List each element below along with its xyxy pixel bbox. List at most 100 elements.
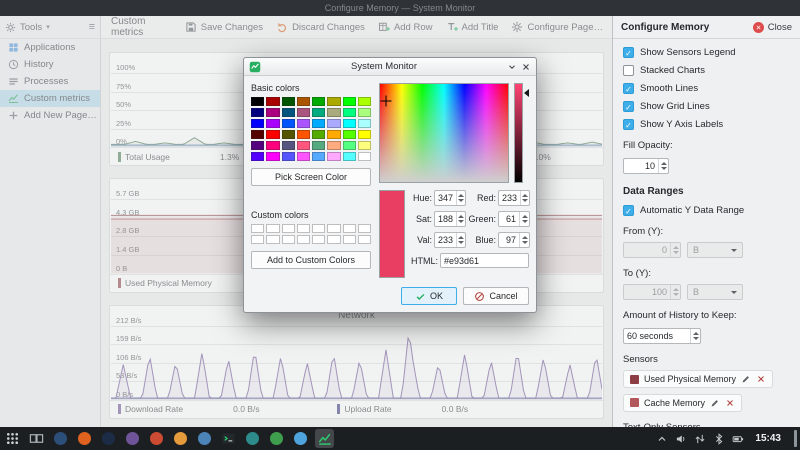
value-slider-handle[interactable]	[524, 89, 529, 97]
basic-color-swatch[interactable]	[327, 119, 341, 128]
basic-color-swatch[interactable]	[342, 152, 356, 161]
basic-color-swatch[interactable]	[357, 141, 371, 150]
sat-spinbox[interactable]: 188	[434, 211, 466, 227]
tray-network-button[interactable]	[694, 433, 706, 445]
pick-screen-color-button[interactable]: Pick Screen Color	[251, 168, 371, 186]
checkbox-show-sensors-legend[interactable]: ✓ Show Sensors Legend	[623, 47, 790, 58]
custom-color-slot[interactable]	[251, 235, 265, 244]
sensor-color-swatch[interactable]	[630, 398, 639, 407]
save-changes-button[interactable]: Save Changes	[180, 19, 268, 35]
basic-color-swatch[interactable]	[357, 97, 371, 106]
custom-color-slot[interactable]	[312, 224, 326, 233]
checkbox-box[interactable]: ✓	[623, 101, 634, 112]
basic-color-swatch[interactable]	[357, 130, 371, 139]
taskbar-dolphin[interactable]	[291, 429, 310, 448]
show-desktop-edge[interactable]	[794, 430, 797, 447]
checkbox-smooth-lines[interactable]: ✓ Smooth Lines	[623, 83, 790, 94]
basic-color-swatch[interactable]	[251, 141, 265, 150]
green-spinbox[interactable]: 61	[498, 211, 530, 227]
custom-color-slot[interactable]	[281, 224, 295, 233]
basic-color-swatch[interactable]	[312, 108, 326, 117]
history-spinbox[interactable]: 60 seconds	[623, 328, 701, 344]
taskbar-app-dark-blue[interactable]	[99, 429, 118, 448]
basic-color-swatch[interactable]	[266, 119, 280, 128]
taskbar-app-teal[interactable]	[243, 429, 262, 448]
sidebar-item-custom-metrics[interactable]: Custom metrics	[0, 90, 100, 107]
basic-color-swatch[interactable]	[281, 119, 295, 128]
edit-sensor-button[interactable]	[741, 374, 751, 384]
remove-sensor-button[interactable]	[725, 398, 735, 408]
basic-color-swatch[interactable]	[327, 141, 341, 150]
custom-color-slot[interactable]	[312, 235, 326, 244]
checkbox-show-y-axis-labels[interactable]: ✓ Show Y Axis Labels	[623, 119, 790, 130]
red-spinbox[interactable]: 233	[498, 190, 530, 206]
tray-bluetooth-button[interactable]	[713, 432, 725, 445]
custom-color-slot[interactable]	[357, 235, 371, 244]
taskbar-application-launcher[interactable]	[3, 429, 22, 448]
basic-color-swatch[interactable]	[281, 97, 295, 106]
basic-color-swatch[interactable]	[281, 130, 295, 139]
custom-color-slot[interactable]	[342, 235, 356, 244]
blue-spinbox[interactable]: 97	[498, 232, 530, 248]
basic-color-swatch[interactable]	[296, 130, 310, 139]
basic-color-swatch[interactable]	[357, 152, 371, 161]
basic-color-swatch[interactable]	[266, 97, 280, 106]
sidebar-item-applications[interactable]: Applications	[0, 39, 100, 56]
spin-arrows[interactable]	[690, 329, 700, 343]
sidebar-item-processes[interactable]: Processes	[0, 73, 100, 90]
basic-color-swatch[interactable]	[312, 119, 326, 128]
sensor-chip-used-physical-memory[interactable]: Used Physical Memory	[623, 370, 774, 388]
basic-color-swatch[interactable]	[357, 108, 371, 117]
taskbar-virtual-desktop-pager[interactable]	[27, 429, 46, 448]
custom-color-slot[interactable]	[281, 235, 295, 244]
configure-page-button[interactable]: Configure Page…	[506, 19, 608, 35]
basic-color-swatch[interactable]	[266, 152, 280, 161]
checkbox-box[interactable]: ✓	[623, 83, 634, 94]
value-slider[interactable]	[514, 83, 529, 183]
dialog-titlebar[interactable]: System Monitor	[244, 58, 536, 76]
basic-color-swatch[interactable]	[281, 152, 295, 161]
taskbar-app-blue[interactable]	[195, 429, 214, 448]
val-spinbox[interactable]: 233	[434, 232, 466, 248]
custom-color-slot[interactable]	[266, 235, 280, 244]
basic-color-swatch[interactable]	[296, 152, 310, 161]
edit-sensor-button[interactable]	[710, 398, 720, 408]
custom-color-slot[interactable]	[342, 224, 356, 233]
basic-color-swatch[interactable]	[342, 141, 356, 150]
checkbox-box[interactable]: ✓	[623, 119, 634, 130]
custom-color-slot[interactable]	[296, 235, 310, 244]
basic-color-swatch[interactable]	[251, 97, 265, 106]
basic-color-swatch[interactable]	[296, 97, 310, 106]
basic-color-swatch[interactable]	[342, 119, 356, 128]
custom-color-slot[interactable]	[251, 224, 265, 233]
add-title-button[interactable]: Add Title	[441, 19, 504, 35]
basic-color-swatch[interactable]	[342, 130, 356, 139]
hamburger-menu-icon[interactable]: ≡	[89, 22, 95, 33]
taskbar-app-red[interactable]	[147, 429, 166, 448]
basic-color-swatch[interactable]	[266, 141, 280, 150]
tools-menu-button[interactable]: Tools	[20, 22, 42, 33]
custom-color-slot[interactable]	[327, 224, 341, 233]
value-slider-strip[interactable]	[514, 83, 523, 183]
discard-changes-button[interactable]: Discard Changes	[271, 19, 370, 35]
basic-color-swatch[interactable]	[357, 119, 371, 128]
checkbox-box[interactable]: ✓	[623, 47, 634, 58]
basic-color-swatch[interactable]	[327, 97, 341, 106]
taskbar-app-navy[interactable]	[51, 429, 70, 448]
basic-color-swatch[interactable]	[251, 130, 265, 139]
basic-color-swatch[interactable]	[327, 130, 341, 139]
basic-color-swatch[interactable]	[342, 97, 356, 106]
checkbox-show-grid-lines[interactable]: ✓ Show Grid Lines	[623, 101, 790, 112]
basic-color-swatch[interactable]	[251, 119, 265, 128]
fill-opacity-spinbox[interactable]: 10	[623, 158, 669, 174]
tray-chevup-button[interactable]	[656, 433, 668, 445]
add-to-custom-colors-button[interactable]: Add to Custom Colors	[251, 251, 371, 269]
hue-saturation-picker[interactable]	[379, 83, 509, 183]
basic-color-swatch[interactable]	[312, 141, 326, 150]
checkbox-box[interactable]	[623, 65, 634, 76]
basic-color-swatch[interactable]	[251, 152, 265, 161]
taskbar-konsole[interactable]	[219, 429, 238, 448]
basic-color-swatch[interactable]	[342, 108, 356, 117]
color-picker-crosshair[interactable]	[380, 95, 392, 107]
taskbar-app-green[interactable]	[267, 429, 286, 448]
